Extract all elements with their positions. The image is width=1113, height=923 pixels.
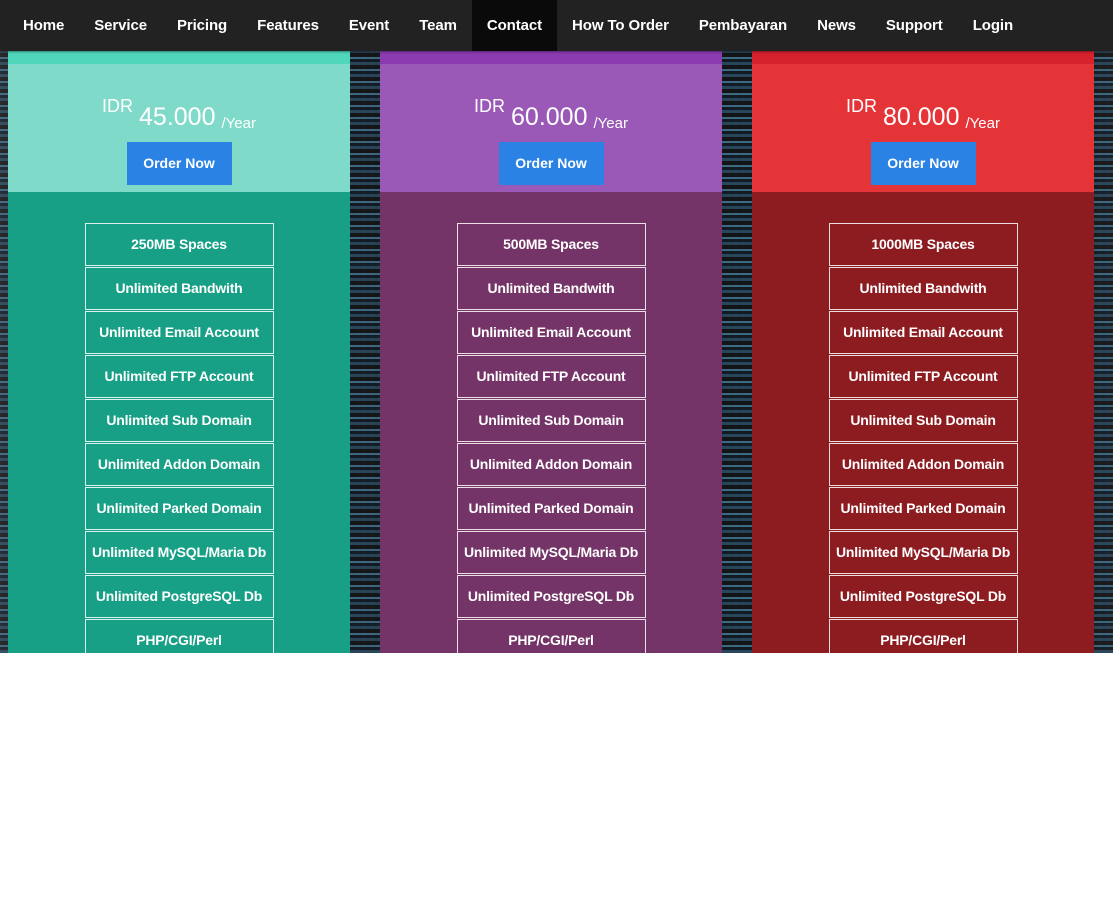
feature-item: Unlimited Parked Domain <box>828 487 1018 530</box>
feature-item: Unlimited Parked Domain <box>456 487 646 530</box>
order-now-button[interactable]: Order Now <box>870 142 976 185</box>
nav-event[interactable]: Event <box>334 0 404 51</box>
price-amount: 60.000 <box>511 103 588 131</box>
nav-pricing[interactable]: Pricing <box>162 0 242 51</box>
nav-login[interactable]: Login <box>958 0 1028 51</box>
nav-support[interactable]: Support <box>871 0 958 51</box>
feature-item: Unlimited PostgreSQL Db <box>828 575 1018 618</box>
feature-item: 250MB Spaces <box>84 223 274 266</box>
price-period: /Year <box>593 115 628 132</box>
plan-top-strip <box>380 51 722 64</box>
price-amount: 80.000 <box>883 103 960 131</box>
price-currency: IDR <box>474 96 506 116</box>
pricing-plan-2: IDR 60.000 /Year Order Now 500MB Spaces … <box>380 51 722 653</box>
price-currency: IDR <box>846 96 878 116</box>
plan-top-strip <box>752 51 1094 64</box>
nav-how-to-order[interactable]: How To Order <box>557 0 684 51</box>
order-now-button[interactable]: Order Now <box>126 142 232 185</box>
feature-item: Unlimited Addon Domain <box>84 443 274 486</box>
feature-item: Unlimited MySQL/Maria Db <box>84 531 274 574</box>
price-period: /Year <box>221 115 256 132</box>
feature-item: Unlimited Bandwith <box>828 267 1018 310</box>
feature-item: Unlimited PostgreSQL Db <box>84 575 274 618</box>
pricing-plan-3: IDR 80.000 /Year Order Now 1000MB Spaces… <box>752 51 1094 653</box>
top-navbar: Home Service Pricing Features Event Team… <box>0 0 1113 51</box>
plan-header: IDR 80.000 /Year Order Now <box>752 64 1094 192</box>
feature-list: 1000MB Spaces Unlimited Bandwith Unlimit… <box>828 223 1018 653</box>
pricing-plan-1: IDR 45.000 /Year Order Now 250MB Spaces … <box>8 51 350 653</box>
price: IDR 60.000 /Year <box>380 82 722 131</box>
price: IDR 80.000 /Year <box>752 82 1094 131</box>
nav-home[interactable]: Home <box>8 0 79 51</box>
price: IDR 45.000 /Year <box>8 82 350 131</box>
feature-item: Unlimited Email Account <box>828 311 1018 354</box>
feature-item: Unlimited Bandwith <box>84 267 274 310</box>
price-amount: 45.000 <box>139 103 216 131</box>
feature-item: Unlimited Email Account <box>456 311 646 354</box>
feature-item: PHP/CGI/Perl <box>84 619 274 653</box>
price-period: /Year <box>965 115 1000 132</box>
server-rack-image <box>350 51 380 653</box>
feature-item: Unlimited FTP Account <box>828 355 1018 398</box>
nav-features[interactable]: Features <box>242 0 334 51</box>
feature-item: Unlimited Email Account <box>84 311 274 354</box>
feature-item: Unlimited Sub Domain <box>84 399 274 442</box>
feature-item: Unlimited MySQL/Maria Db <box>456 531 646 574</box>
plan-top-strip <box>8 51 350 64</box>
feature-item: Unlimited Sub Domain <box>456 399 646 442</box>
server-rack-image <box>722 51 752 653</box>
feature-item: Unlimited Addon Domain <box>456 443 646 486</box>
feature-item: Unlimited FTP Account <box>84 355 274 398</box>
nav-news[interactable]: News <box>802 0 871 51</box>
feature-item: PHP/CGI/Perl <box>828 619 1018 653</box>
feature-item: Unlimited MySQL/Maria Db <box>828 531 1018 574</box>
feature-list: 250MB Spaces Unlimited Bandwith Unlimite… <box>84 223 274 653</box>
feature-item: Unlimited Bandwith <box>456 267 646 310</box>
server-rack-image <box>1094 51 1113 653</box>
order-now-button[interactable]: Order Now <box>498 142 604 185</box>
feature-item: 1000MB Spaces <box>828 223 1018 266</box>
feature-item: Unlimited PostgreSQL Db <box>456 575 646 618</box>
nav-contact[interactable]: Contact <box>471 0 558 51</box>
plan-features: 1000MB Spaces Unlimited Bandwith Unlimit… <box>752 192 1094 653</box>
server-rack-image <box>0 51 8 653</box>
feature-item: 500MB Spaces <box>456 223 646 266</box>
feature-item: Unlimited FTP Account <box>456 355 646 398</box>
price-currency: IDR <box>102 96 134 116</box>
feature-list: 500MB Spaces Unlimited Bandwith Unlimite… <box>456 223 646 653</box>
feature-item: Unlimited Addon Domain <box>828 443 1018 486</box>
feature-item: PHP/CGI/Perl <box>456 619 646 653</box>
nav-pembayaran[interactable]: Pembayaran <box>684 0 802 51</box>
plan-features: 500MB Spaces Unlimited Bandwith Unlimite… <box>380 192 722 653</box>
plan-header: IDR 60.000 /Year Order Now <box>380 64 722 192</box>
nav-team[interactable]: Team <box>404 0 472 51</box>
nav-service[interactable]: Service <box>79 0 162 51</box>
plan-features: 250MB Spaces Unlimited Bandwith Unlimite… <box>8 192 350 653</box>
feature-item: Unlimited Sub Domain <box>828 399 1018 442</box>
plan-header: IDR 45.000 /Year Order Now <box>8 64 350 192</box>
feature-item: Unlimited Parked Domain <box>84 487 274 530</box>
